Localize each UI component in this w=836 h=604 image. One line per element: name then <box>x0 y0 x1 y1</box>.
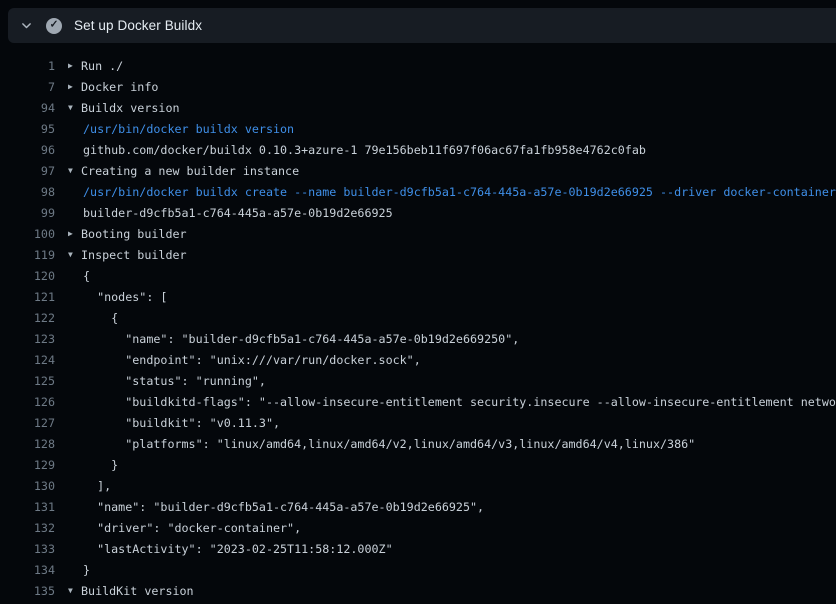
log-group-header[interactable]: 1 ▶Run ./ <box>0 55 836 76</box>
log-line: 129 } <box>0 454 836 475</box>
log-line: 123 "name": "builder-d9cfb5a1-c764-445a-… <box>0 328 836 349</box>
log-line: 121 "nodes": [ <box>0 286 836 307</box>
log-text: "buildkitd-flags": "--allow-insecure-ent… <box>83 395 836 409</box>
log-text: Inspect builder <box>81 248 187 262</box>
line-number[interactable]: 95 <box>0 122 55 136</box>
log-text: "platforms": "linux/amd64,linux/amd64/v2… <box>83 437 695 451</box>
log-line: 122 { <box>0 307 836 328</box>
log-line: 133 "lastActivity": "2023-02-25T11:58:12… <box>0 538 836 559</box>
check-mark-glyph: ✓ <box>50 20 59 31</box>
expanded-triangle-icon[interactable]: ▼ <box>68 586 81 595</box>
step-header[interactable]: ✓ Set up Docker Buildx <box>8 8 836 43</box>
line-number[interactable]: 100 <box>0 227 55 241</box>
log-text: Run ./ <box>81 59 123 73</box>
log-text: Booting builder <box>81 227 187 241</box>
log-text: builder-d9cfb5a1-c764-445a-a57e-0b19d2e6… <box>83 206 393 220</box>
log-text: "name": "builder-d9cfb5a1-c764-445a-a57e… <box>83 332 519 346</box>
log-group-header[interactable]: 119 ▼Inspect builder <box>0 244 836 265</box>
log-text: "lastActivity": "2023-02-25T11:58:12.000… <box>83 542 393 556</box>
line-number[interactable]: 132 <box>0 521 55 535</box>
log-group-header[interactable]: 100 ▶Booting builder <box>0 223 836 244</box>
log-text: "buildkit": "v0.11.3", <box>83 416 280 430</box>
step-title: Set up Docker Buildx <box>74 18 202 33</box>
log-line: 132 "driver": "docker-container", <box>0 517 836 538</box>
line-number[interactable]: 120 <box>0 269 55 283</box>
log-line: 128 "platforms": "linux/amd64,linux/amd6… <box>0 433 836 454</box>
chevron-down-icon[interactable] <box>19 19 33 33</box>
log-group-header[interactable]: 135 ▼BuildKit version <box>0 580 836 601</box>
log-text: BuildKit version <box>81 584 194 598</box>
log-command-text: /usr/bin/docker buildx version <box>83 122 294 136</box>
log-line: 124 "endpoint": "unix:///var/run/docker.… <box>0 349 836 370</box>
line-number[interactable]: 129 <box>0 458 55 472</box>
log-line: 130 ], <box>0 475 836 496</box>
log-text: "driver": "docker-container", <box>83 521 301 535</box>
log-command-text: /usr/bin/docker buildx create --name bui… <box>83 185 836 199</box>
expanded-triangle-icon[interactable]: ▼ <box>68 250 81 259</box>
log-group-header[interactable]: 97 ▼Creating a new builder instance <box>0 160 836 181</box>
log-text: { <box>83 311 118 325</box>
line-number[interactable]: 7 <box>0 80 55 94</box>
collapsed-triangle-icon[interactable]: ▶ <box>68 82 81 91</box>
log-text: } <box>83 563 90 577</box>
log-text: ], <box>83 479 111 493</box>
line-number[interactable]: 126 <box>0 395 55 409</box>
log-line: 95/usr/bin/docker buildx version <box>0 118 836 139</box>
log-text: github.com/docker/buildx 0.10.3+azure-1 … <box>83 143 646 157</box>
log-line: 96 github.com/docker/buildx 0.10.3+azure-… <box>0 139 836 160</box>
line-number[interactable]: 94 <box>0 101 55 115</box>
log-line: 98/usr/bin/docker buildx create --name b… <box>0 181 836 202</box>
log-scroll-area[interactable]: 1▶Run ./7▶Docker info94▼Buildx version95… <box>0 43 836 604</box>
log-line: 126 "buildkitd-flags": "--allow-insecure… <box>0 391 836 412</box>
log-text: Docker info <box>81 80 158 94</box>
line-number[interactable]: 134 <box>0 563 55 577</box>
log-text: Creating a new builder instance <box>81 164 299 178</box>
log-line: 131 "name": "builder-d9cfb5a1-c764-445a-… <box>0 496 836 517</box>
log-line: 125 "status": "running", <box>0 370 836 391</box>
collapsed-triangle-icon[interactable]: ▶ <box>68 229 81 238</box>
log-group-header[interactable]: 94 ▼Buildx version <box>0 97 836 118</box>
log-line: 99 builder-d9cfb5a1-c764-445a-a57e-0b19d2… <box>0 202 836 223</box>
log-text: { <box>83 269 90 283</box>
line-number[interactable]: 99 <box>0 206 55 220</box>
line-number[interactable]: 125 <box>0 374 55 388</box>
line-number[interactable]: 96 <box>0 143 55 157</box>
log-line: 134} <box>0 559 836 580</box>
expanded-triangle-icon[interactable]: ▼ <box>68 166 81 175</box>
line-number[interactable]: 98 <box>0 185 55 199</box>
line-number[interactable]: 123 <box>0 332 55 346</box>
line-number[interactable]: 135 <box>0 584 55 598</box>
log-text: Buildx version <box>81 101 180 115</box>
collapsed-triangle-icon[interactable]: ▶ <box>68 61 81 70</box>
line-number[interactable]: 128 <box>0 437 55 451</box>
check-circle-icon: ✓ <box>46 18 62 34</box>
line-number[interactable]: 121 <box>0 290 55 304</box>
expanded-triangle-icon[interactable]: ▼ <box>68 103 81 112</box>
line-number[interactable]: 124 <box>0 353 55 367</box>
line-number[interactable]: 133 <box>0 542 55 556</box>
line-number[interactable]: 122 <box>0 311 55 325</box>
line-number[interactable]: 119 <box>0 248 55 262</box>
line-number[interactable]: 130 <box>0 479 55 493</box>
log-group-header[interactable]: 7 ▶Docker info <box>0 76 836 97</box>
log-text: "status": "running", <box>83 374 266 388</box>
log-line: 127 "buildkit": "v0.11.3", <box>0 412 836 433</box>
log-text: "nodes": [ <box>83 290 167 304</box>
line-number[interactable]: 131 <box>0 500 55 514</box>
line-number[interactable]: 1 <box>0 59 55 73</box>
log-line: 120 { <box>0 265 836 286</box>
log-text: "endpoint": "unix:///var/run/docker.sock… <box>83 353 421 367</box>
log-text: "name": "builder-d9cfb5a1-c764-445a-a57e… <box>83 500 484 514</box>
line-number[interactable]: 127 <box>0 416 55 430</box>
line-number[interactable]: 97 <box>0 164 55 178</box>
log-text: } <box>83 458 118 472</box>
